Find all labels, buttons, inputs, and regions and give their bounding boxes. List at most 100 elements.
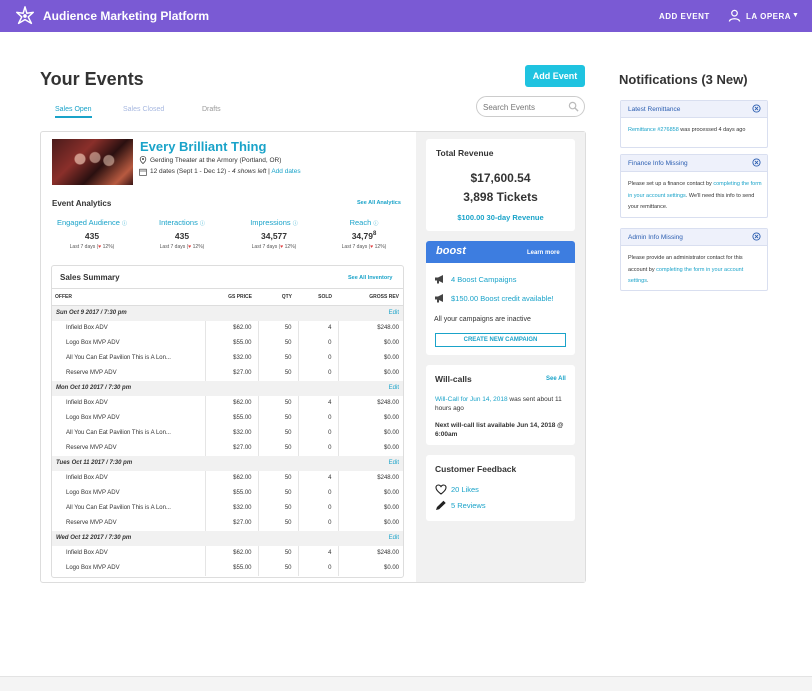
gross-rev: $0.00: [337, 485, 403, 501]
tab-sales-closed[interactable]: Sales Closed: [123, 106, 164, 113]
stat-label-text[interactable]: Engaged Audience: [57, 218, 120, 227]
see-all-analytics-link[interactable]: See All Analytics: [357, 200, 401, 206]
stat-trend: Last 7 days (♥ 12%): [137, 244, 227, 250]
gs-price: $55.00: [204, 485, 258, 501]
column-header[interactable]: GROSS REV: [338, 288, 403, 306]
gs-price: $27.00: [204, 365, 258, 381]
star-flower-icon[interactable]: [14, 5, 36, 27]
table-row[interactable]: All You Can Eat Pavilion This is A Lon..…: [52, 500, 403, 516]
stat-label-text[interactable]: Interactions: [159, 218, 198, 227]
see-all-inventory-link[interactable]: See All Inventory: [348, 275, 392, 281]
stat-value: 435: [174, 231, 190, 241]
account-menu[interactable]: LA OPERA: [746, 12, 791, 21]
stat-label[interactable]: Reach ⓘ: [319, 218, 409, 227]
search-icon[interactable]: [568, 101, 579, 112]
page-title: Your Events: [40, 69, 144, 89]
gross-rev: $248.00: [337, 395, 403, 411]
user-icon[interactable]: [728, 9, 741, 22]
sold: 0: [297, 500, 338, 516]
close-circle-icon[interactable]: [752, 232, 761, 241]
info-icon[interactable]: ⓘ: [293, 221, 298, 227]
boost-credit-link[interactable]: $150.00 Boost credit available!: [451, 294, 554, 303]
stat-trend: Last 7 days (♥ 12%): [319, 244, 409, 250]
tab-drafts[interactable]: Drafts: [202, 106, 221, 113]
search-input[interactable]: [483, 101, 563, 113]
boost-campaigns-link[interactable]: 4 Boost Campaigns: [451, 275, 516, 284]
stat-label-text[interactable]: Impressions: [250, 218, 290, 227]
sales-summary-title: Sales Summary: [60, 273, 120, 282]
search-box[interactable]: [476, 96, 585, 117]
sales-table: OFFER GS PRICE QTY SOLD GROSS REV Sun Oc…: [52, 288, 403, 576]
table-header-row: OFFER GS PRICE QTY SOLD GROSS REV: [52, 288, 403, 306]
see-all-will-calls-link[interactable]: See All: [546, 376, 566, 382]
table-row[interactable]: All You Can Eat Pavilion This is A Lon..…: [52, 425, 403, 441]
edit-link[interactable]: Edit: [338, 305, 403, 321]
column-header[interactable]: SOLD: [298, 288, 338, 306]
gs-price: $32.00: [204, 350, 258, 366]
table-row[interactable]: Infield Box ADV $62.00 50 4 $248.00: [52, 395, 403, 411]
dates-separator: |: [268, 168, 270, 175]
table-row[interactable]: Logo Box MVP ADV $55.00 50 0 $0.00: [52, 335, 403, 351]
sold: 0: [297, 365, 338, 381]
notification-body: Please provide an administrator contact …: [628, 253, 762, 288]
likes-link[interactable]: 20 Likes: [451, 485, 479, 494]
stat-label-text[interactable]: Reach: [350, 218, 372, 227]
info-icon[interactable]: ⓘ: [373, 221, 378, 227]
reviews-link[interactable]: 5 Reviews: [451, 501, 486, 510]
info-icon[interactable]: ⓘ: [122, 221, 127, 227]
top-add-event-link[interactable]: ADD EVENT: [659, 12, 710, 21]
edit-link[interactable]: Edit: [338, 530, 403, 546]
remittance-link[interactable]: Remittance #276858: [628, 127, 679, 133]
brand-title[interactable]: Audience Marketing Platform: [43, 9, 209, 23]
gross-rev: $0.00: [337, 515, 403, 531]
qty: 50: [257, 515, 298, 531]
table-row[interactable]: Infield Box ADV $62.00 50 4 $248.00: [52, 320, 403, 336]
add-event-button[interactable]: Add Event: [525, 65, 585, 87]
create-campaign-button[interactable]: CREATE NEW CAMPAIGN: [435, 333, 566, 347]
event-title[interactable]: Every Brilliant Thing: [140, 139, 266, 154]
offer-name: Reserve MVP ADV: [66, 445, 117, 451]
event-thumbnail[interactable]: [52, 139, 133, 185]
trend-prefix: Last 7 days (: [341, 244, 371, 250]
stat-reach: Reach ⓘ 34,798 Last 7 days (♥ 12%): [319, 218, 409, 250]
event-dates: 12 dates (Sept 1 - Dec 12) - 4 shows lef…: [150, 168, 301, 175]
info-icon[interactable]: ⓘ: [200, 221, 205, 227]
will-call-link[interactable]: Will-Call for Jun 14, 2018: [435, 396, 508, 403]
chevron-down-icon[interactable]: ▼: [792, 12, 799, 19]
column-header[interactable]: GS PRICE: [205, 288, 258, 306]
table-row[interactable]: Reserve MVP ADV $27.00 50 0 $0.00: [52, 365, 403, 381]
table-row[interactable]: Infield Box ADV $62.00 50 4 $248.00: [52, 545, 403, 561]
table-row[interactable]: All You Can Eat Pavilion This is A Lon..…: [52, 350, 403, 366]
date-group-row: Tues Oct 11 2017 / 7:30 pm Edit: [52, 455, 403, 471]
gross-rev: $248.00: [337, 470, 403, 486]
edit-link[interactable]: Edit: [338, 380, 403, 396]
table-row[interactable]: Logo Box MVP ADV $55.00 50 0 $0.00: [52, 560, 403, 576]
heart-icon: [435, 484, 447, 495]
gross-rev: $0.00: [337, 350, 403, 366]
column-header[interactable]: QTY: [258, 288, 298, 306]
stat-value-main: 34,79: [351, 231, 373, 241]
add-dates-link[interactable]: Add dates: [271, 168, 300, 175]
boost-revenue[interactable]: $100.00 30-day Revenue: [426, 213, 575, 222]
stat-label[interactable]: Engaged Audience ⓘ: [47, 218, 137, 227]
edit-link[interactable]: Edit: [338, 455, 403, 471]
offer-name: Logo Box MVP ADV: [66, 415, 120, 421]
notification-text: Please set up a finance contact by: [628, 181, 714, 187]
close-circle-icon[interactable]: [752, 158, 761, 167]
gs-price: $27.00: [204, 440, 258, 456]
table-row[interactable]: Logo Box MVP ADV $55.00 50 0 $0.00: [52, 410, 403, 426]
table-row[interactable]: Reserve MVP ADV $27.00 50 0 $0.00: [52, 440, 403, 456]
notification-body: Please set up a finance contact by compl…: [628, 179, 762, 214]
stat-label[interactable]: Impressions ⓘ: [229, 218, 319, 227]
column-header[interactable]: OFFER: [52, 288, 205, 306]
table-row[interactable]: Logo Box MVP ADV $55.00 50 0 $0.00: [52, 485, 403, 501]
boost-learn-more-link[interactable]: Learn more: [527, 250, 560, 256]
table-row[interactable]: Reserve MVP ADV $27.00 50 0 $0.00: [52, 515, 403, 531]
sold: 4: [297, 470, 338, 486]
table-row[interactable]: Infield Box ADV $62.00 50 4 $248.00: [52, 470, 403, 486]
notification-header: Latest Remittance: [621, 101, 767, 118]
stat-label[interactable]: Interactions ⓘ: [137, 218, 227, 227]
close-circle-icon[interactable]: [752, 104, 761, 113]
shows-left: 4 shows left: [232, 168, 267, 175]
tab-sales-open[interactable]: Sales Open: [55, 106, 92, 118]
